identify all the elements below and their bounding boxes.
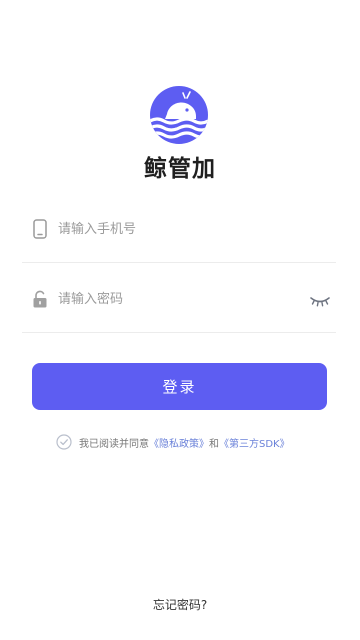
agreement-conjunction: 和 — [209, 438, 219, 450]
lock-icon — [32, 290, 48, 308]
whale-wave-logo-icon — [150, 86, 208, 144]
login-button[interactable]: 登录 — [32, 363, 327, 410]
check-circle-icon[interactable] — [56, 434, 72, 450]
phone-icon — [32, 219, 48, 239]
forgot-password-link[interactable]: 忘记密码? — [0, 596, 360, 613]
app-name: 鲸管加 — [144, 156, 216, 182]
password-input[interactable] — [58, 288, 288, 310]
phone-field-row — [22, 196, 336, 263]
third-party-sdk-link[interactable]: 《第三方SDK》 — [219, 435, 290, 450]
agreement-prefix: 我已阅读并同意 — [79, 438, 149, 450]
agreement-row: 我已阅读并同意 《隐私政策》 和 《第三方SDK》 — [56, 432, 290, 452]
privacy-policy-link[interactable]: 《隐私政策》 — [149, 435, 209, 450]
app-logo — [150, 86, 208, 144]
phone-input[interactable] — [58, 218, 288, 240]
password-field-row — [22, 266, 336, 333]
eye-closed-icon[interactable] — [310, 292, 330, 307]
